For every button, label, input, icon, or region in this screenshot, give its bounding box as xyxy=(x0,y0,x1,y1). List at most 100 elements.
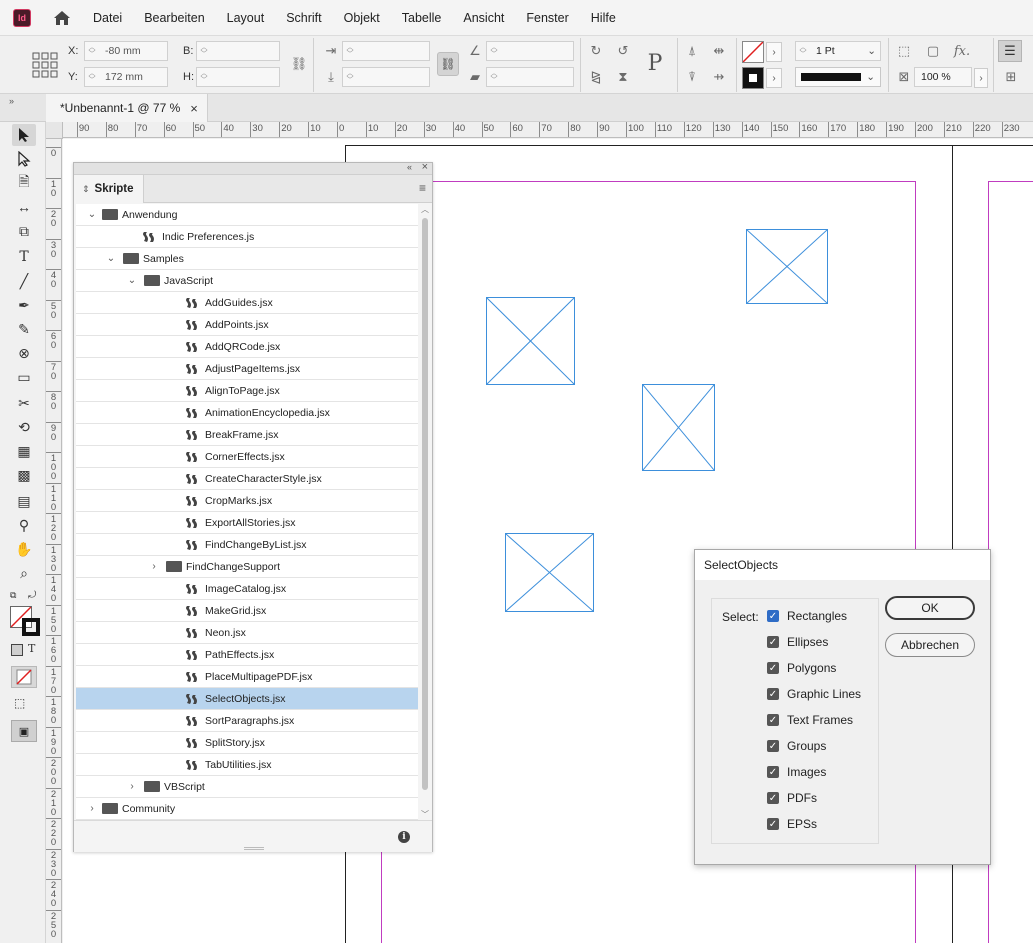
option-text-frames-checkbox[interactable]: ✓ Text Frames xyxy=(767,711,853,729)
x-field[interactable]: ︿ ﹀ -80 mm xyxy=(84,41,168,61)
menu-objekt[interactable]: Objekt xyxy=(344,11,380,25)
tree-script-row[interactable]: SelectObjects.jsx xyxy=(76,688,418,710)
tree-script-row[interactable]: FindChangeByList.jsx xyxy=(76,534,418,556)
home-icon[interactable] xyxy=(51,8,73,28)
pen-tool-icon[interactable]: ✒ xyxy=(12,294,36,316)
rotate-cw-icon[interactable]: ↻ xyxy=(585,40,607,62)
tree-script-row[interactable]: AddQRCode.jsx xyxy=(76,336,418,358)
option-polygons-checkbox[interactable]: ✓ Polygons xyxy=(767,659,836,677)
tree-script-row[interactable]: AddPoints.jsx xyxy=(76,314,418,336)
chevron-right-icon[interactable]: › xyxy=(148,561,160,572)
height-stepper-icon[interactable]: ︿ ﹀ xyxy=(197,68,211,86)
tree-script-row[interactable]: ImageCatalog.jsx xyxy=(76,578,418,600)
close-icon[interactable]: × xyxy=(190,101,198,116)
graphic-frame[interactable] xyxy=(746,229,828,304)
stroke-dropdown-icon[interactable]: › xyxy=(766,68,782,88)
rotation-field[interactable]: ︿ ﹀ xyxy=(486,41,574,61)
checkbox-checked-icon[interactable]: ✓ xyxy=(767,662,779,674)
checkbox-checked-icon[interactable]: ✓ xyxy=(767,766,779,778)
note-tool-icon[interactable]: ▤ xyxy=(12,490,36,512)
chevron-right-icon[interactable]: › xyxy=(86,803,98,814)
stroke-swatch[interactable] xyxy=(742,67,764,89)
constrain-proportions-icon[interactable]: ⛓ xyxy=(288,53,310,75)
height-field[interactable]: ︿ ﹀ xyxy=(196,67,280,87)
tree-script-row[interactable]: Indic Preferences.js xyxy=(76,226,418,248)
chevron-down-icon[interactable]: ⌄ xyxy=(105,253,117,264)
graphic-frame[interactable] xyxy=(486,297,575,385)
tree-script-row[interactable]: AlignToPage.jsx xyxy=(76,380,418,402)
tree-folder-row[interactable]: ⌄ Samples xyxy=(76,248,418,270)
menu-hilfe[interactable]: Hilfe xyxy=(591,11,616,25)
cancel-button[interactable]: Abbrechen xyxy=(885,633,975,657)
panel-sort-icon[interactable]: ⇕ xyxy=(82,184,90,195)
default-colors-icon[interactable]: ⧉ xyxy=(10,590,16,601)
option-rectangles-checkbox[interactable]: ✓ Rectangles xyxy=(767,607,847,625)
x-stepper-icon[interactable]: ︿ ﹀ xyxy=(85,42,99,60)
select-previous-icon[interactable]: ⇹ xyxy=(708,40,730,62)
stroke-type-dropdown[interactable]: ⌄ xyxy=(795,67,881,87)
eyedropper-tool-icon[interactable]: ⚲ xyxy=(12,514,36,536)
rectangle-frame-tool-icon[interactable]: ⊗ xyxy=(12,342,36,364)
object-style-icon[interactable]: ⊞ xyxy=(1000,66,1022,88)
free-transform-tool-icon[interactable]: ⟲ xyxy=(12,416,36,438)
menu-fenster[interactable]: Fenster xyxy=(526,11,568,25)
option-epss-checkbox[interactable]: ✓ EPSs xyxy=(767,815,817,833)
tree-folder-row[interactable]: ⌄ JavaScript xyxy=(76,270,418,292)
tree-script-row[interactable]: BreakFrame.jsx xyxy=(76,424,418,446)
text-wrap-icon[interactable]: ☰ xyxy=(998,40,1022,62)
tree-script-row[interactable]: ExportAllStories.jsx xyxy=(76,512,418,534)
tree-script-row[interactable]: CornerEffects.jsx xyxy=(76,446,418,468)
stroke-weight-stepper-icon[interactable]: ︿ ﹀ xyxy=(796,42,810,60)
tree-script-row[interactable]: AnimationEncyclopedia.jsx xyxy=(76,402,418,424)
stroke-color-swatch[interactable] xyxy=(22,618,40,636)
checkbox-checked-icon[interactable]: ✓ xyxy=(767,792,779,804)
tree-script-row[interactable]: PathEffects.jsx xyxy=(76,644,418,666)
scale-x-field[interactable]: ︿ ﹀ xyxy=(342,41,430,61)
checkbox-checked-icon[interactable]: ✓ xyxy=(767,610,779,622)
menu-layout[interactable]: Layout xyxy=(227,11,265,25)
tab-scripts[interactable]: ⇕ Skripte xyxy=(74,175,144,203)
scrollbar-thumb[interactable] xyxy=(422,218,428,790)
gap-tool-icon[interactable]: ↔ xyxy=(12,196,36,218)
ruler-origin[interactable] xyxy=(46,122,63,139)
opacity-dropdown-icon[interactable]: › xyxy=(974,68,988,88)
zoom-tool-icon[interactable]: ⌕ xyxy=(12,562,36,584)
drop-shadow-icon[interactable]: ⬚ xyxy=(893,40,915,62)
chevron-down-icon[interactable]: ⌄ xyxy=(86,209,98,220)
option-images-checkbox[interactable]: ✓ Images xyxy=(767,763,826,781)
collapse-panel-icon[interactable]: « xyxy=(407,162,412,172)
menu-bearbeiten[interactable]: Bearbeiten xyxy=(144,11,204,25)
chevron-down-icon[interactable]: ⌄ xyxy=(867,45,876,57)
close-panel-icon[interactable]: × xyxy=(422,161,428,173)
tree-folder-row[interactable]: › FindChangeSupport xyxy=(76,556,418,578)
tree-scrollbar[interactable]: ︿ ﹀ xyxy=(419,204,431,820)
swap-colors-icon[interactable]: ⤾ xyxy=(28,590,36,601)
scale-x-stepper-icon[interactable]: ︿ ﹀ xyxy=(343,42,357,60)
rotate-ccw-icon[interactable]: ↺ xyxy=(612,40,634,62)
tree-folder-row[interactable]: ⌄ Anwendung xyxy=(76,204,418,226)
tree-script-row[interactable]: SplitStory.jsx xyxy=(76,732,418,754)
opacity-field[interactable]: 100 % xyxy=(914,67,972,87)
y-field[interactable]: ︿ ﹀ 172 mm xyxy=(84,67,168,87)
screen-mode-icon[interactable]: ⬚ xyxy=(14,696,25,710)
collapse-panels-icon[interactable]: » xyxy=(9,96,14,106)
tree-folder-row[interactable]: › VBScript xyxy=(76,776,418,798)
width-stepper-icon[interactable]: ︿ ﹀ xyxy=(197,42,211,60)
select-container-icon[interactable]: ⍋ xyxy=(681,40,703,62)
shadow-box-icon[interactable]: ▢ xyxy=(922,40,944,62)
checkbox-checked-icon[interactable]: ✓ xyxy=(767,740,779,752)
rectangle-tool-icon[interactable]: ▭ xyxy=(12,366,36,388)
option-ellipses-checkbox[interactable]: ✓ Ellipses xyxy=(767,633,828,651)
scissors-tool-icon[interactable]: ✂ xyxy=(12,392,36,414)
tree-folder-row[interactable]: › Community xyxy=(76,798,418,820)
scroll-down-icon[interactable]: ﹀ xyxy=(421,809,429,820)
info-icon[interactable]: i xyxy=(398,831,410,843)
tree-script-row[interactable]: Neon.jsx xyxy=(76,622,418,644)
content-collector-icon[interactable]: ⧉ xyxy=(12,220,36,242)
checkbox-checked-icon[interactable]: ✓ xyxy=(767,818,779,830)
tree-script-row[interactable]: CropMarks.jsx xyxy=(76,490,418,512)
flip-horizontal-icon[interactable]: ⧎ xyxy=(585,66,607,88)
chevron-down-icon[interactable]: ⌄ xyxy=(126,275,138,286)
option-pdfs-checkbox[interactable]: ✓ PDFs xyxy=(767,789,817,807)
scale-y-field[interactable]: ︿ ﹀ xyxy=(342,67,430,87)
